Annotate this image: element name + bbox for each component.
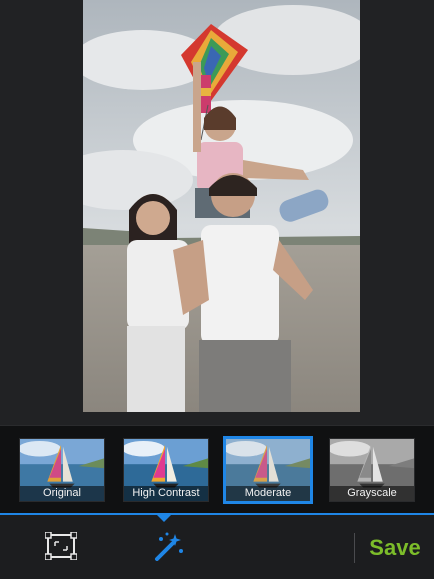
filter-thumb-moderate[interactable]: Moderate <box>223 436 313 504</box>
effects-button[interactable] <box>152 529 186 563</box>
filter-thumb-high-contrast[interactable]: High Contrast <box>123 438 209 502</box>
magic-wand-icon <box>155 532 183 561</box>
filter-label: Grayscale <box>330 486 414 501</box>
filter-strip: Original High Contrast Moderate Grayscal… <box>0 425 434 513</box>
bottom-toolbar: Save <box>0 515 434 579</box>
photo-preview-area <box>0 0 434 425</box>
filter-label: Original <box>20 486 104 501</box>
save-button[interactable]: Save <box>364 533 426 563</box>
toolbar-divider <box>354 533 355 563</box>
crop-frame-icon <box>45 532 77 560</box>
active-tool-pointer <box>157 515 171 522</box>
filter-label: High Contrast <box>124 486 208 501</box>
crop-button[interactable] <box>44 529 78 563</box>
filter-thumb-grayscale[interactable]: Grayscale <box>329 438 415 502</box>
filter-label: Moderate <box>226 486 310 501</box>
filter-thumb-original[interactable]: Original <box>19 438 105 502</box>
edited-photo <box>83 0 360 412</box>
